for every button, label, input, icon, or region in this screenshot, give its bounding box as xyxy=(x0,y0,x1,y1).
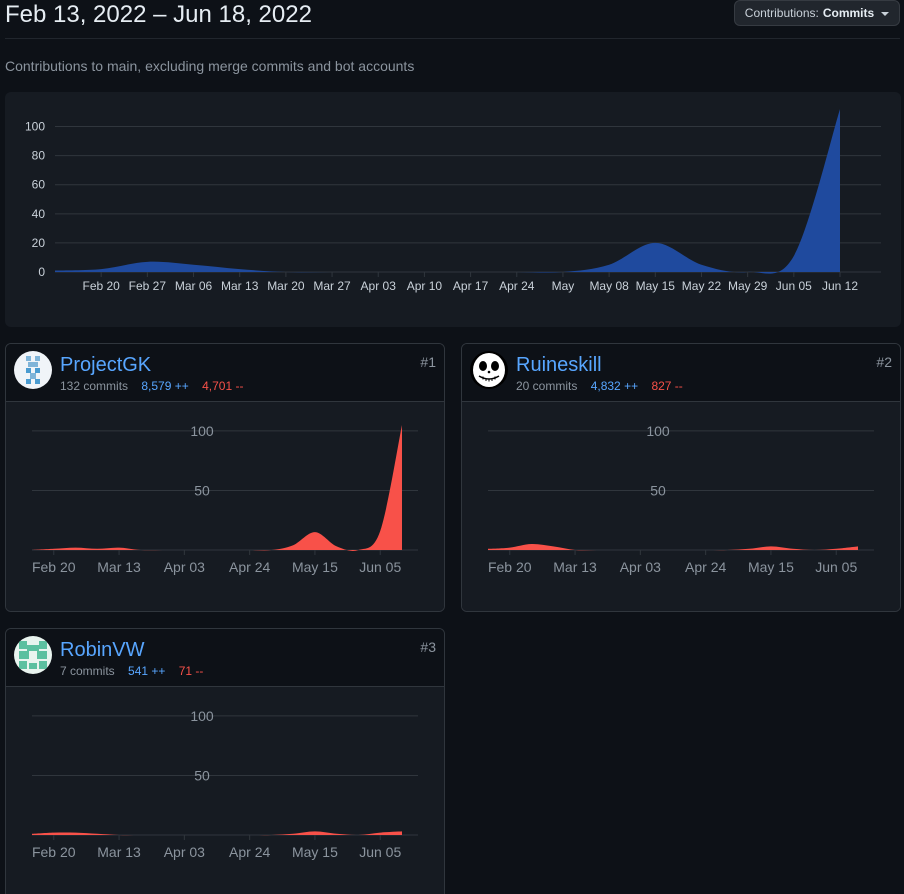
avatar[interactable] xyxy=(470,351,508,389)
contributor-chart: 50 100 Feb 20 Mar 13 Apr 03 Apr 24 May 15 Jun 0… xyxy=(462,402,900,611)
contributor-card-2: Ruineskill 20 commits 4,832 ++ 827 -- #2… xyxy=(461,343,901,612)
x-tick-label: Feb 20 xyxy=(488,559,532,575)
header-divider xyxy=(5,38,900,39)
contributor-card-3: RobinVW 7 commits 541 ++ 71 -- #3 50 100 F… xyxy=(5,628,445,894)
contributor-card-1: ProjectGK 132 commits 8,579 ++ 4,701 -- … xyxy=(5,343,445,612)
deletions-count: 827 -- xyxy=(651,379,683,393)
contributions-type-select[interactable]: Contributions: Commits xyxy=(734,0,900,26)
contributor-name[interactable]: ProjectGK xyxy=(60,354,151,377)
contributor-rank: #2 xyxy=(876,354,892,370)
x-tick-label: Apr 17 xyxy=(453,279,489,293)
x-tick-label: Mar 13 xyxy=(221,279,259,293)
x-tick-label: Mar 27 xyxy=(313,279,351,293)
y-tick-label: 100 xyxy=(190,708,214,724)
commit-count-link[interactable]: 20 commits xyxy=(516,379,577,393)
y-tick-label: 100 xyxy=(646,423,670,439)
x-tick-label: Apr 24 xyxy=(685,559,726,575)
contributor-chart: 50 100 Feb 20 Mar 13 Apr 03 Apr 24 May 15 Jun 0… xyxy=(6,687,444,894)
contributor-card-header: Ruineskill 20 commits 4,832 ++ 827 -- #2 xyxy=(462,344,900,402)
x-tick-label: Apr 03 xyxy=(164,559,205,575)
date-range-title: Feb 13, 2022 – Jun 18, 2022 xyxy=(5,1,312,28)
x-tick-label: Mar 13 xyxy=(97,844,141,860)
contributor-name[interactable]: Ruineskill xyxy=(516,354,602,377)
contributor-stats: 132 commits 8,579 ++ 4,701 -- xyxy=(60,379,243,393)
x-tick-label: Jun 05 xyxy=(359,559,401,575)
deletions-count: 4,701 -- xyxy=(202,379,244,393)
x-tick-label: May 15 xyxy=(748,559,794,575)
contributions-select-prefix: Contributions: xyxy=(744,6,819,20)
y-tick-label: 60 xyxy=(32,178,46,192)
y-tick-label: 100 xyxy=(25,120,45,134)
additions-count: 8,579 ++ xyxy=(141,379,189,393)
contributor-stats: 20 commits 4,832 ++ 827 -- xyxy=(516,379,683,393)
caret-down-icon xyxy=(881,11,890,16)
x-tick-label: May 29 xyxy=(728,279,768,293)
y-tick-label: 0 xyxy=(38,265,45,279)
x-tick-label: Feb 20 xyxy=(32,559,76,575)
x-tick-label: Feb 20 xyxy=(32,844,76,860)
contributor-card-header: RobinVW 7 commits 541 ++ 71 -- #3 xyxy=(6,629,444,687)
x-tick-label: Jun 05 xyxy=(359,844,401,860)
contribution-area xyxy=(32,424,402,551)
x-tick-label: Apr 10 xyxy=(407,279,443,293)
contributor-stats: 7 commits 541 ++ 71 -- xyxy=(60,664,203,678)
x-tick-label: Jun 05 xyxy=(815,559,857,575)
y-tick-label: 20 xyxy=(32,236,46,250)
x-tick-label: Feb 27 xyxy=(129,279,167,293)
contributions-subtitle: Contributions to main, excluding merge c… xyxy=(5,58,415,74)
x-tick-label: May 22 xyxy=(682,279,722,293)
x-tick-label: Mar 20 xyxy=(267,279,305,293)
x-tick-label: Apr 24 xyxy=(229,844,270,860)
y-tick-label: 80 xyxy=(32,149,46,163)
contributor-rank: #3 xyxy=(420,639,436,655)
contributor-name[interactable]: RobinVW xyxy=(60,639,144,662)
x-tick-label: Jun 05 xyxy=(776,279,812,293)
x-tick-label: Mar 06 xyxy=(175,279,213,293)
x-tick-label: May xyxy=(552,279,575,293)
x-tick-label: Feb 20 xyxy=(82,279,120,293)
contributor-rank: #1 xyxy=(420,354,436,370)
y-tick-label: 50 xyxy=(194,482,210,498)
contributor-card-header: ProjectGK 132 commits 8,579 ++ 4,701 -- … xyxy=(6,344,444,402)
main-contributions-chart: 0 20 40 60 80 100 Feb 20 Feb 27 Mar 06 Mar 13 Mar … xyxy=(5,92,901,327)
additions-count: 541 ++ xyxy=(128,664,166,678)
x-tick-label: Apr 03 xyxy=(164,844,205,860)
commit-count-link[interactable]: 132 commits xyxy=(60,379,128,393)
x-tick-label: Apr 03 xyxy=(361,279,397,293)
x-tick-label: Mar 13 xyxy=(97,559,141,575)
x-tick-label: May 15 xyxy=(292,559,338,575)
y-tick-label: 40 xyxy=(32,207,46,221)
main-chart-svg: 0 20 40 60 80 100 Feb 20 Feb 27 Mar 06 Mar 13 Mar … xyxy=(25,109,881,293)
additions-count: 4,832 ++ xyxy=(590,379,639,393)
x-tick-label: May 15 xyxy=(292,844,338,860)
x-tick-label: Apr 03 xyxy=(620,559,661,575)
y-tick-label: 50 xyxy=(650,482,666,498)
x-tick-label: May 08 xyxy=(589,279,629,293)
avatar[interactable] xyxy=(14,351,52,389)
x-tick-label: May 15 xyxy=(636,279,676,293)
x-tick-label: Jun 12 xyxy=(822,279,858,293)
y-tick-label: 50 xyxy=(194,767,210,783)
commit-count-link[interactable]: 7 commits xyxy=(60,664,115,678)
contributor-chart-svg: 50 100 Feb 20 Mar 13 Apr 03 Apr 24 May 15 Jun 0… xyxy=(32,423,418,575)
contributor-chart-svg: 50 100 Feb 20 Mar 13 Apr 03 Apr 24 May 15 Jun 0… xyxy=(488,423,874,575)
x-tick-label: Mar 13 xyxy=(553,559,597,575)
x-tick-label: Apr 24 xyxy=(229,559,270,575)
avatar[interactable] xyxy=(14,636,52,674)
y-tick-label: 100 xyxy=(190,423,214,439)
contribution-area xyxy=(55,109,840,274)
deletions-count: 71 -- xyxy=(178,664,204,678)
contribution-area xyxy=(488,544,858,551)
x-tick-label: Apr 24 xyxy=(499,279,535,293)
contributor-chart-svg: 50 100 Feb 20 Mar 13 Apr 03 Apr 24 May 15 Jun 0… xyxy=(32,708,418,860)
contributor-chart: 50 100 Feb 20 Mar 13 Apr 03 Apr 24 May 15 Jun 0… xyxy=(6,402,444,611)
contributions-select-value: Commits xyxy=(822,6,875,20)
